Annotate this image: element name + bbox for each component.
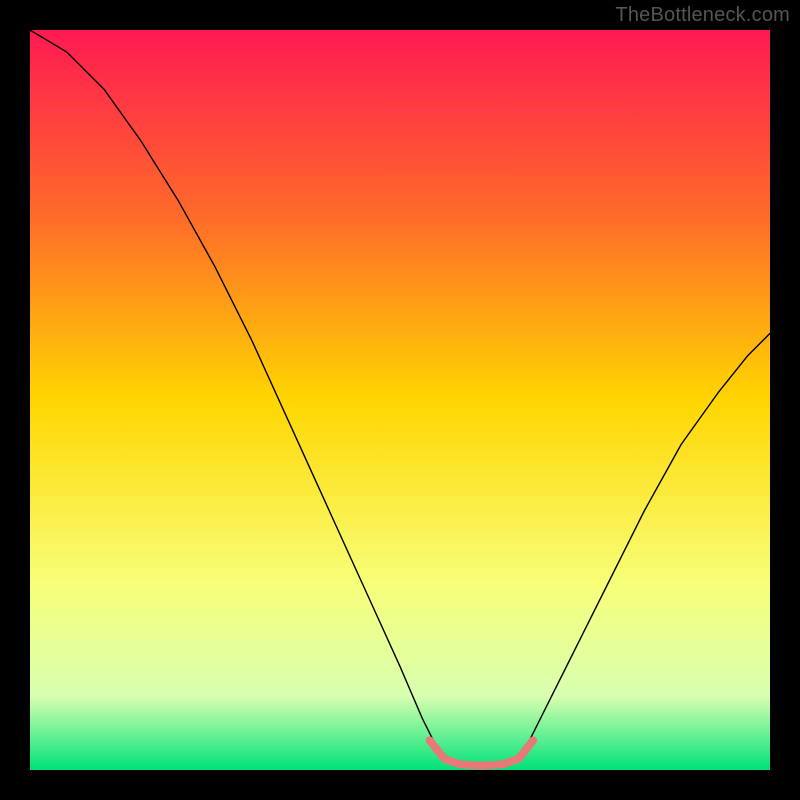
watermark-text: TheBottleneck.com	[615, 4, 790, 27]
chart-svg	[30, 30, 770, 770]
chart-frame: TheBottleneck.com	[0, 0, 800, 800]
plot-area	[30, 30, 770, 770]
